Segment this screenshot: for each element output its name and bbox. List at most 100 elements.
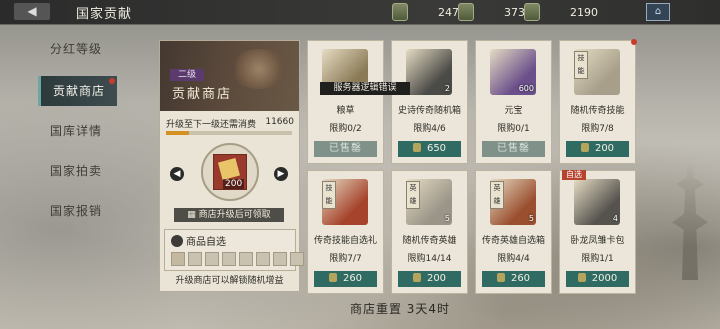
reward-card: 200 [201, 143, 259, 201]
item-price: 650 [426, 143, 447, 154]
sold-out-button: 已售罄 [314, 141, 377, 157]
currency-icon [412, 143, 421, 152]
top-bar: ◀ 国家贡献 2470 3734 2190 ⌂ [0, 0, 720, 25]
sale-tag: 自选 [562, 170, 586, 180]
bag-icon [171, 235, 183, 247]
item-type-tag: 技能 [574, 51, 588, 79]
item-price: 200 [426, 273, 447, 284]
select-slots [171, 252, 304, 266]
home-icon: ⌂ [654, 6, 662, 17]
resource-token: 3734 [458, 3, 532, 21]
select-slot[interactable] [188, 252, 202, 266]
item-quantity: 2 [444, 84, 450, 93]
shop-item-card[interactable]: 600 元宝限购0/1 已售罄 [475, 40, 552, 164]
item-purchase-limit: 限购14/14 [407, 254, 452, 264]
shop-item-card[interactable]: 技能 随机传奇技能 限购7/8 200 [559, 39, 637, 164]
shop-item-card[interactable]: 英雄 5 传奇英雄自选箱 限购4/4 260 [475, 170, 552, 294]
buy-button[interactable]: 2000 [566, 271, 629, 287]
notification-dot [631, 39, 637, 45]
upgrade-progress-bar [166, 131, 292, 135]
shop-item-card[interactable]: 英雄 5 随机传奇英雄 限购14/14 200 [391, 170, 468, 294]
unlock-reward-button[interactable]: ▦ 商店升级后可领取 [174, 208, 284, 222]
select-slot[interactable] [239, 252, 253, 266]
scroll-icon [392, 3, 408, 21]
currency-icon [412, 273, 421, 282]
back-button[interactable]: ◀ [14, 3, 50, 20]
token-icon [458, 3, 474, 21]
sidebar-item-dividend[interactable]: 分红等级 [38, 34, 114, 64]
shop-item-card[interactable]: 粮草限购0/2 已售罄 [307, 40, 384, 164]
sidebar-item-label: 国家报销 [49, 204, 102, 218]
item-quantity: 5 [444, 214, 450, 223]
item-purchase-limit: 限购7/7 [329, 254, 362, 264]
buy-button[interactable]: 260 [482, 271, 545, 287]
unlock-reward-label: 商店升级后可领取 [198, 210, 271, 220]
item-type-tag: 英雄 [406, 181, 420, 209]
sidebar-item-treasury[interactable]: 国库详情 [38, 116, 114, 146]
upgrade-requirement: 升级至下一级还需消费 11660 [166, 117, 294, 130]
select-slot[interactable] [256, 252, 270, 266]
shop-level-tag: 二级 [170, 69, 205, 81]
currency-icon [580, 143, 589, 152]
item-type-tag: 技能 [322, 181, 336, 209]
sidebar-item-label: 国库详情 [49, 124, 102, 138]
buy-button[interactable]: 200 [398, 271, 461, 287]
banner-decoration [229, 49, 289, 89]
select-slot[interactable] [290, 252, 304, 266]
sidebar-item-shop[interactable]: 贡献商店 [38, 76, 117, 106]
coin-icon [524, 3, 540, 21]
item-purchase-limit: 限购0/2 [329, 124, 362, 134]
prev-arrow-icon[interactable]: ◀ [170, 167, 184, 181]
item-name: 史诗传奇随机箱 [397, 106, 461, 116]
item-price: 2000 [591, 273, 618, 284]
sidebar-item-label: 贡献商店 [52, 84, 105, 98]
shop-info-panel: 二级 贡献商店 升级至下一级还需消费 11660 ◀ 200 ▶ ▦ 商店升级后… [159, 40, 304, 292]
back-arrow-icon: ◀ [27, 4, 37, 18]
item-name: 粮草 [336, 106, 355, 116]
item-price: 260 [342, 273, 363, 284]
sidebar-item-reimburse[interactable]: 国家报销 [38, 196, 114, 226]
select-slot[interactable] [222, 252, 236, 266]
item-quantity: 5 [528, 214, 534, 223]
resource-coin: 2190 [524, 3, 598, 21]
buy-button[interactable]: 200 [566, 141, 629, 157]
sold-out-button: 已售罄 [482, 141, 545, 157]
item-purchase-limit: 限购0/1 [497, 124, 530, 134]
item-select-box: 商品自选 [164, 229, 304, 271]
return-home-button[interactable]: ⌂ [646, 3, 670, 21]
upgrade-label: 升级至下一级还需消费 [166, 120, 257, 130]
currency-icon [496, 273, 505, 282]
shop-banner: 二级 贡献商店 [160, 41, 299, 111]
sidebar-item-label: 国家拍卖 [49, 164, 102, 178]
shop-reset-timer: 商店重置 3天4时 [349, 302, 451, 316]
select-slot[interactable] [205, 252, 219, 266]
buy-button[interactable]: 260 [314, 271, 377, 287]
item-quantity: 600 [518, 84, 534, 93]
item-purchase-limit: 限购4/4 [497, 254, 530, 264]
item-type-tag: 英雄 [490, 181, 504, 209]
item-price: 260 [510, 273, 531, 284]
shop-item-card[interactable]: 2 史诗传奇随机箱 限购4/6 650 [391, 40, 468, 164]
resource-scroll: 2470 [392, 3, 466, 21]
shop-item-card[interactable]: 自选 4 卧龙凤雏卡包 限购1/1 2000 [559, 170, 636, 294]
item-name: 随机传奇技能 [570, 106, 625, 116]
item-purchase-limit: 限购1/1 [581, 254, 614, 264]
shop-item-card[interactable]: 技能传奇技能自选礼 限购7/7 260 [307, 170, 384, 294]
unlock-note: 升级商店可以解锁随机增益 [175, 276, 284, 286]
upgrade-value: 11660 [265, 117, 294, 127]
page-title: 国家贡献 [76, 7, 133, 22]
item-quantity: 4 [612, 214, 618, 223]
select-title-text: 商品自选 [186, 237, 226, 248]
select-slot[interactable] [171, 252, 185, 266]
sidebar-item-auction[interactable]: 国家拍卖 [38, 156, 114, 186]
error-toast: 服务器逻辑错误 [320, 82, 410, 95]
item-name: 传奇英雄自选箱 [481, 236, 545, 246]
select-title: 商品自选 [171, 233, 226, 248]
item-name: 元宝 [504, 106, 523, 116]
item-price: 200 [594, 143, 615, 154]
select-slot[interactable] [273, 252, 287, 266]
item-name: 传奇技能自选礼 [313, 236, 377, 246]
item-purchase-limit: 限购4/6 [413, 124, 446, 134]
next-arrow-icon[interactable]: ▶ [274, 167, 288, 181]
buy-button[interactable]: 650 [398, 141, 461, 157]
